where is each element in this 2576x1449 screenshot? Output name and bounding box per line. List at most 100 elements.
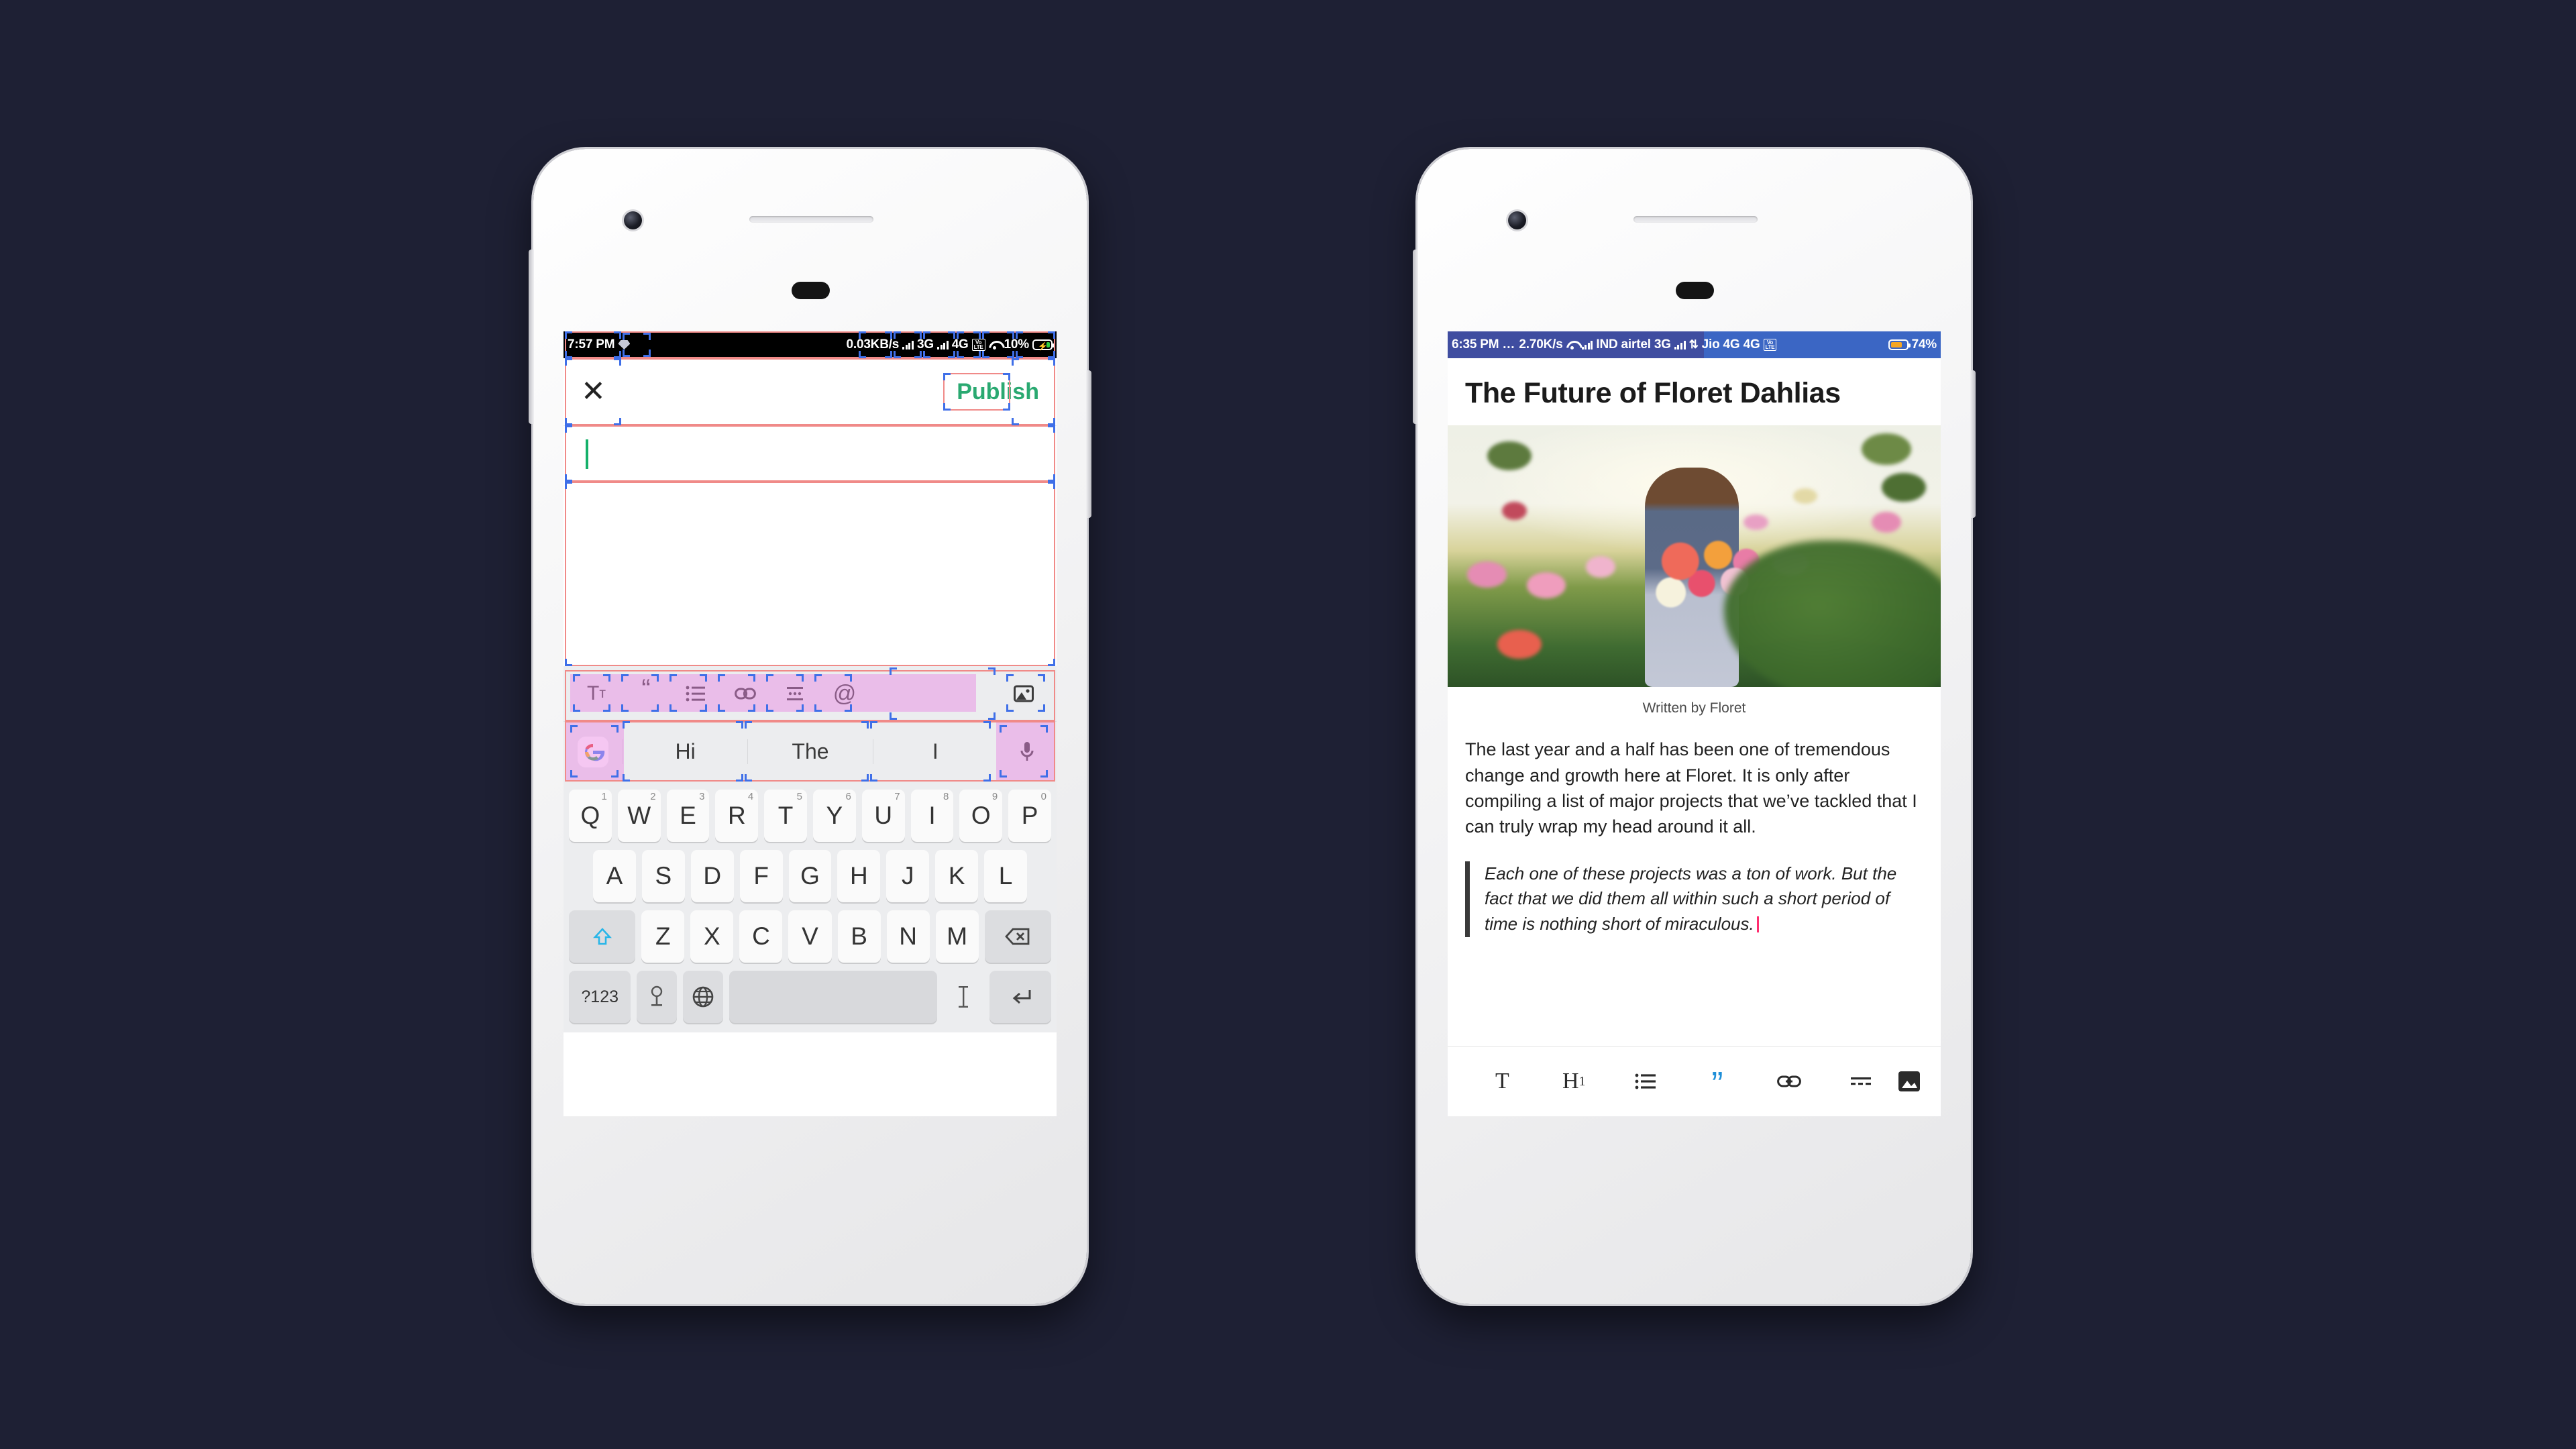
diamond-icon bbox=[618, 340, 631, 350]
quote-icon[interactable]: “ bbox=[621, 674, 671, 712]
divider-icon[interactable] bbox=[770, 675, 820, 712]
bullet-list-icon[interactable] bbox=[1610, 1073, 1682, 1090]
post-body-input[interactable] bbox=[564, 482, 1057, 666]
net-speed: 0.03KB/s bbox=[846, 337, 900, 352]
sticker-icon[interactable] bbox=[637, 971, 678, 1023]
key-A[interactable]: A bbox=[593, 850, 636, 902]
article-preview-phone: 6:35 PM … 2.70K/s IND airtel 3G ⇅ Jio 4G… bbox=[1413, 149, 1976, 1304]
keyboard-row-3: ZXCVBNM bbox=[564, 910, 1057, 963]
net-speed: 2.70K/s bbox=[1519, 337, 1563, 352]
text-size-icon[interactable]: Tт bbox=[572, 675, 621, 712]
proximity-sensor bbox=[1676, 282, 1714, 299]
suggestion-item[interactable]: I bbox=[872, 739, 998, 764]
image-icon[interactable] bbox=[999, 675, 1049, 712]
signal-bars-sim2-icon bbox=[1674, 340, 1686, 350]
symbols-key[interactable]: ?123 bbox=[569, 971, 631, 1023]
keyboard-row-4: ?123 bbox=[564, 971, 1057, 1032]
key-R[interactable]: 4R bbox=[715, 790, 759, 842]
key-K[interactable]: K bbox=[935, 850, 979, 902]
backspace-icon[interactable] bbox=[984, 910, 1052, 963]
key-B[interactable]: B bbox=[837, 910, 881, 963]
key-I[interactable]: 8I bbox=[910, 790, 954, 842]
article-blockquote[interactable]: Each one of these projects was a ton of … bbox=[1465, 861, 1923, 937]
key-number: 1 bbox=[601, 791, 607, 802]
key-Q[interactable]: 1Q bbox=[569, 790, 612, 842]
keyboard-row-1: 1Q2W3E4R5T6Y7U8I9O0P bbox=[564, 790, 1057, 842]
key-G[interactable]: G bbox=[788, 850, 832, 902]
key-F[interactable]: F bbox=[739, 850, 783, 902]
battery-charging-icon: ⚡ bbox=[1032, 339, 1055, 351]
editor-app-bar: ✕ Publish bbox=[564, 358, 1057, 425]
sim1-network: 3G bbox=[916, 337, 934, 352]
key-number: 8 bbox=[943, 791, 949, 802]
key-N[interactable]: N bbox=[886, 910, 930, 963]
overflow-dots-icon: … bbox=[1502, 337, 1516, 352]
key-H[interactable]: H bbox=[837, 850, 881, 902]
link-icon[interactable] bbox=[1753, 1073, 1825, 1089]
key-number: 2 bbox=[650, 791, 656, 802]
blockquote-icon[interactable]: ” bbox=[1681, 1067, 1753, 1102]
article-title: The Future of Floret Dahlias bbox=[1465, 377, 1841, 409]
blockquote-text: Each one of these projects was a ton of … bbox=[1485, 863, 1897, 934]
post-title-input[interactable] bbox=[564, 425, 1057, 482]
key-Y[interactable]: 6Y bbox=[813, 790, 856, 842]
key-J[interactable]: J bbox=[886, 850, 930, 902]
microphone-icon[interactable] bbox=[998, 740, 1057, 764]
key-X[interactable]: X bbox=[690, 910, 734, 963]
editor-format-toolbar: Tт “ @ bbox=[564, 666, 1057, 721]
status-time: 7:57 PM bbox=[568, 337, 615, 352]
key-D[interactable]: D bbox=[690, 850, 734, 902]
key-number: 4 bbox=[747, 791, 754, 802]
key-E[interactable]: 3E bbox=[666, 790, 710, 842]
key-S[interactable]: S bbox=[641, 850, 685, 902]
space-key[interactable] bbox=[729, 971, 937, 1023]
data-transfer-icon: ⇅ bbox=[1688, 338, 1699, 351]
suggestion-item[interactable]: The bbox=[747, 739, 872, 764]
signal-bars-sim1-icon bbox=[902, 340, 914, 350]
key-number: 3 bbox=[699, 791, 705, 802]
hero-image bbox=[1448, 425, 1941, 688]
text-cursor-icon[interactable] bbox=[943, 971, 983, 1023]
publish-button[interactable]: Publish bbox=[957, 379, 1039, 405]
suggestion-bar: Hi The I bbox=[564, 721, 1057, 782]
wifi-icon bbox=[989, 340, 1001, 350]
key-M[interactable]: M bbox=[935, 910, 979, 963]
key-V[interactable]: V bbox=[788, 910, 832, 963]
key-number: 5 bbox=[796, 791, 802, 802]
heading-one-icon[interactable]: H1 bbox=[1538, 1069, 1610, 1094]
editor-screen: 7:57 PM 0.03KB/s 3G 4G Vo LTE 10% ⚡ ✕ Pu… bbox=[564, 331, 1057, 1116]
article-paragraph[interactable]: The last year and a half has been one of… bbox=[1448, 737, 1941, 839]
key-O[interactable]: 9O bbox=[959, 790, 1003, 842]
key-number: 7 bbox=[894, 791, 900, 802]
status-time: 6:35 PM bbox=[1452, 337, 1499, 352]
text-style-icon[interactable]: T bbox=[1466, 1069, 1538, 1094]
status-bar-right: 6:35 PM … 2.70K/s IND airtel 3G ⇅ Jio 4G… bbox=[1448, 331, 1941, 358]
article-byline: Written by Floret bbox=[1448, 687, 1941, 737]
sim2-label: Jio 4G 4G bbox=[1701, 337, 1760, 352]
bullet-list-icon[interactable] bbox=[671, 675, 720, 712]
close-icon[interactable]: ✕ bbox=[581, 377, 606, 407]
editor-phone: 7:57 PM 0.03KB/s 3G 4G Vo LTE 10% ⚡ ✕ Pu… bbox=[529, 149, 1091, 1304]
horizontal-rule-icon[interactable] bbox=[1825, 1075, 1896, 1088]
globe-icon[interactable] bbox=[683, 971, 723, 1023]
insert-image-icon[interactable] bbox=[1896, 1070, 1922, 1093]
article-screen: 6:35 PM … 2.70K/s IND airtel 3G ⇅ Jio 4G… bbox=[1448, 331, 1941, 1116]
battery-icon bbox=[1888, 339, 1911, 350]
enter-key[interactable] bbox=[989, 971, 1051, 1023]
key-T[interactable]: 5T bbox=[764, 790, 807, 842]
google-g-icon[interactable] bbox=[564, 736, 623, 767]
mention-icon[interactable]: @ bbox=[820, 675, 869, 712]
key-C[interactable]: C bbox=[739, 910, 783, 963]
link-icon[interactable] bbox=[720, 675, 770, 712]
text-caret bbox=[586, 439, 588, 469]
key-L[interactable]: L bbox=[984, 850, 1028, 902]
key-W[interactable]: 2W bbox=[617, 790, 661, 842]
soft-keyboard: Tт “ @ Hi The I 1 Q 2 W 3 E 4 R 5 T 6 Y … bbox=[564, 666, 1057, 1032]
wifi-icon bbox=[1566, 340, 1578, 350]
key-Z[interactable]: Z bbox=[641, 910, 685, 963]
suggestion-item[interactable]: Hi bbox=[623, 739, 747, 764]
key-U[interactable]: 7U bbox=[861, 790, 905, 842]
key-P[interactable]: 0P bbox=[1008, 790, 1051, 842]
keyboard-row-2: ASDFGHJKL bbox=[564, 850, 1057, 902]
shift-icon[interactable] bbox=[568, 910, 636, 963]
